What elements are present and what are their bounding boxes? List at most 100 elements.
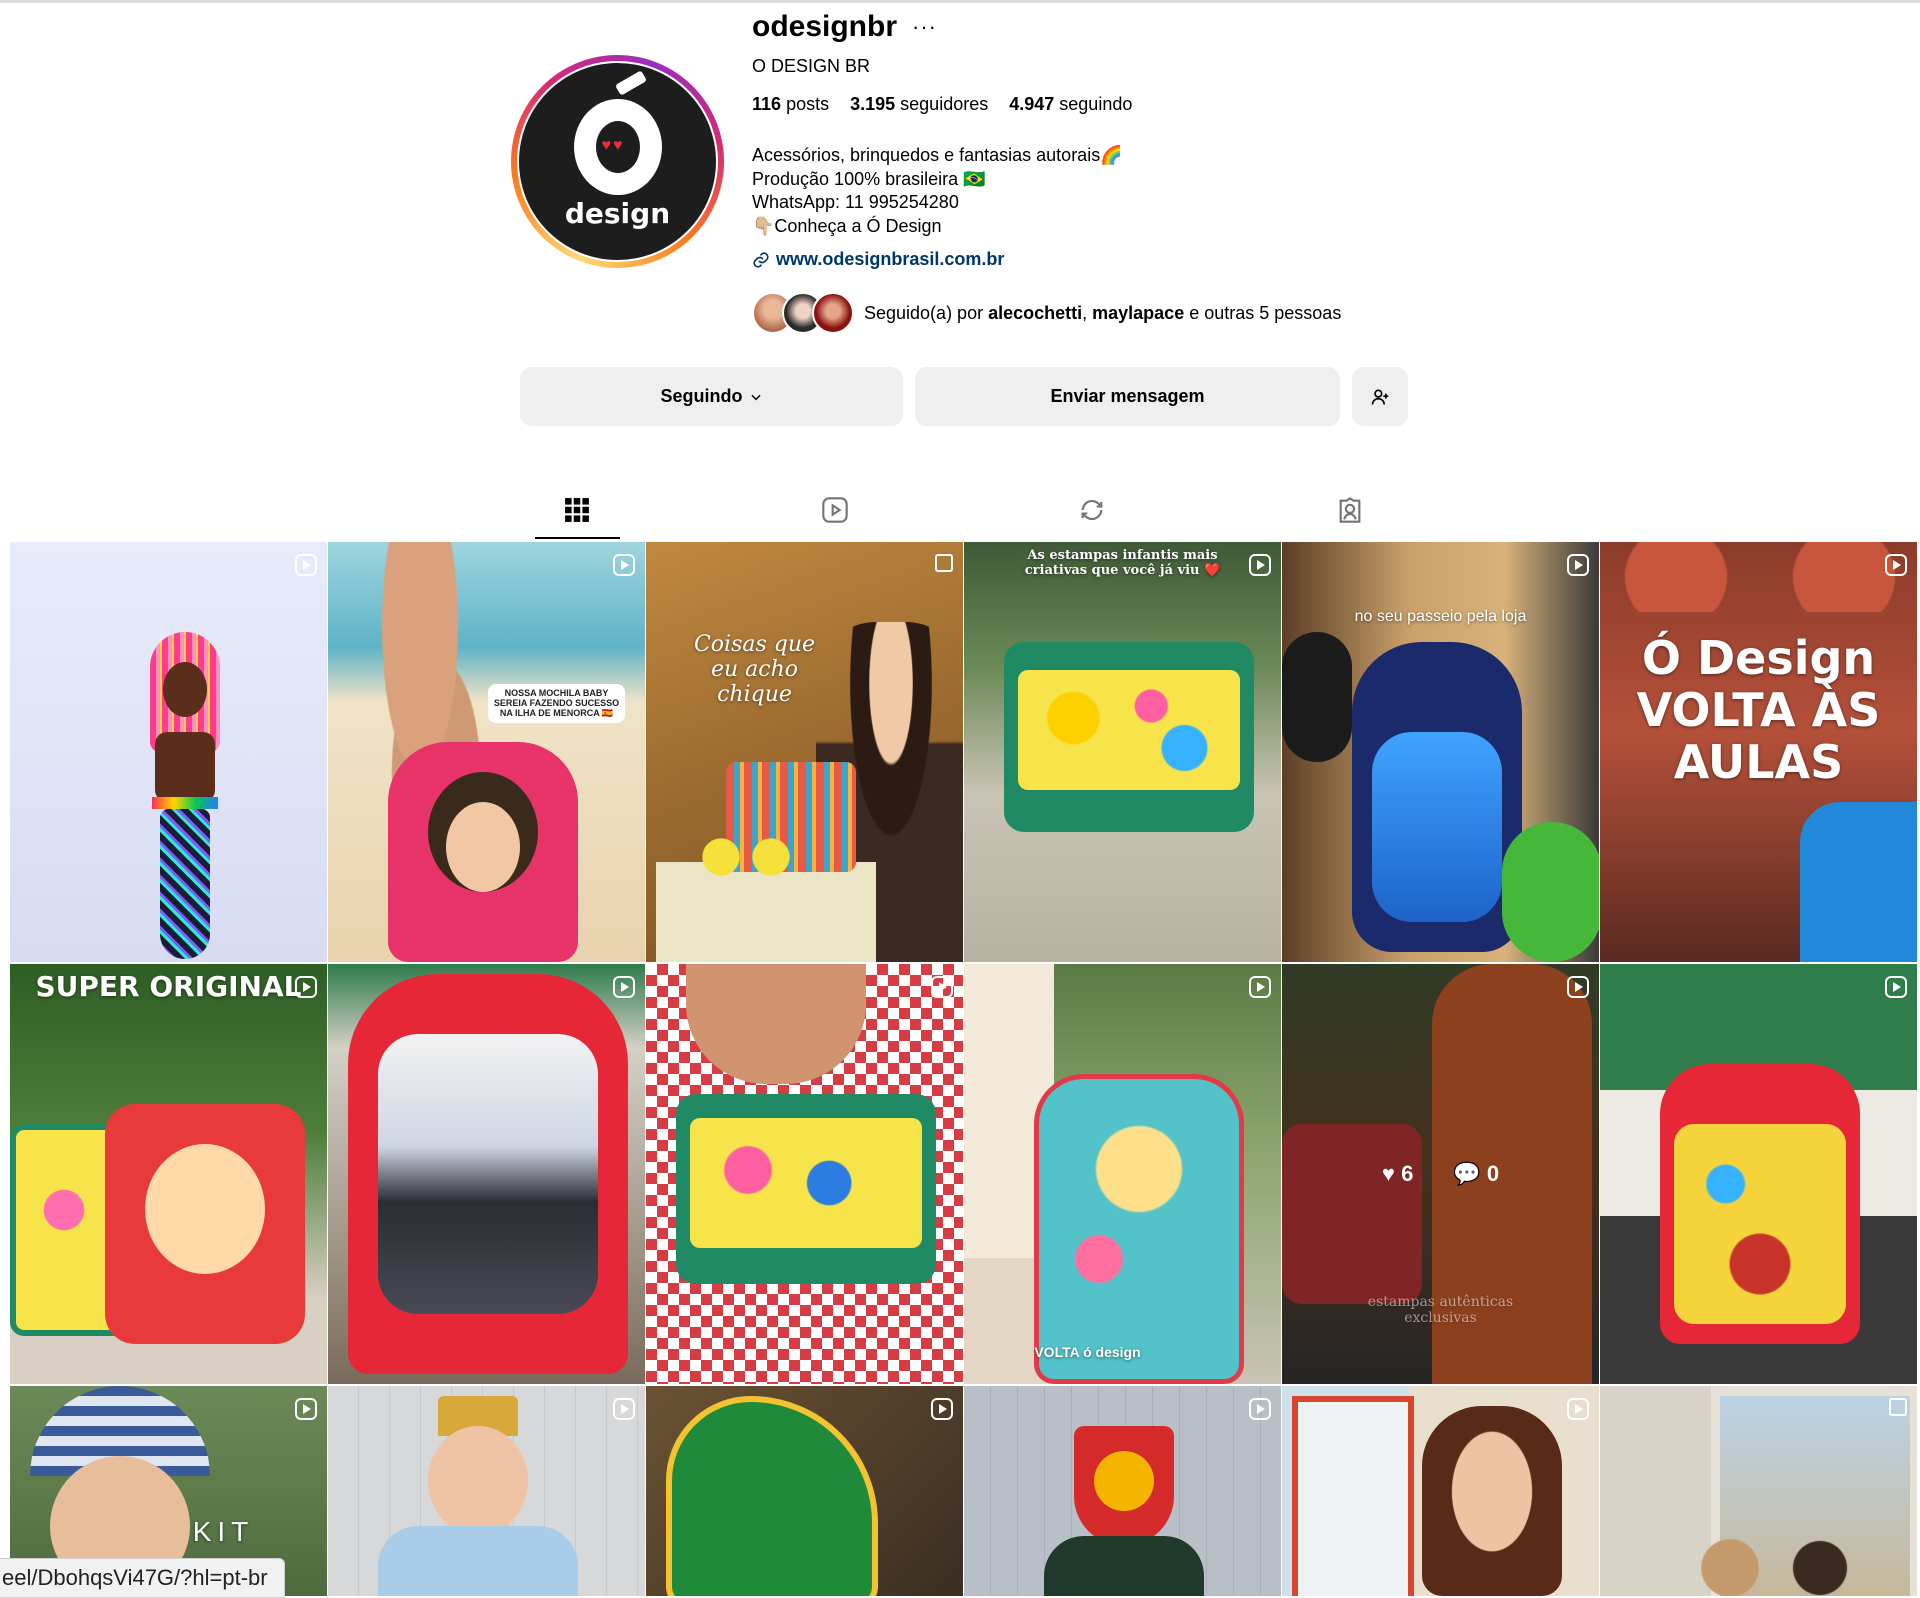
tab-tagged[interactable]: [1330, 490, 1370, 530]
post-caption: NOSSA MOCHILA BABY SEREIA FAZENDO SUCESS…: [488, 684, 625, 723]
heart-eyes-icon: ♥♥: [601, 137, 625, 154]
child-arm: [1800, 802, 1917, 962]
bio-line: Acessórios, brinquedos e fantasias autor…: [752, 145, 1123, 165]
reel-icon: [613, 1398, 635, 1420]
reel-icon: [1885, 554, 1907, 576]
posts-stat: 116 posts: [752, 94, 830, 114]
followers-stat[interactable]: 3.195 seguidores: [850, 94, 988, 115]
backpack: [388, 742, 578, 962]
reel-icon: [295, 976, 317, 998]
post-caption: KIT: [192, 1516, 255, 1547]
bio-line: Produção 100% brasileira 🇧🇷: [752, 168, 986, 189]
drawing-board: [1292, 1396, 1414, 1596]
post-caption: estampas autênticas exclusivas: [1367, 1294, 1514, 1326]
post-caption: SUPER ORIGINAL: [35, 970, 302, 1003]
reel-icon: [295, 554, 317, 576]
browser-status-url: eel/DbohqsVi47G/?hl=pt-br: [0, 1558, 285, 1598]
post-tile[interactable]: [646, 1386, 963, 1596]
house-backpack: [1660, 1064, 1860, 1344]
tab-reposts[interactable]: [1072, 490, 1112, 530]
doll-figure: [130, 632, 240, 962]
reel-icon: [1885, 976, 1907, 998]
brand-logo: ♥♥ design: [519, 63, 716, 260]
post-tile[interactable]: [964, 1386, 1281, 1596]
link-icon: [753, 251, 769, 268]
carousel-icon: [935, 554, 953, 572]
post-tile[interactable]: ♥ 6 💬 0 estampas autênticas exclusivas: [1282, 964, 1599, 1384]
bio-line: WhatsApp: 11 995254280: [752, 192, 959, 212]
post-tile[interactable]: NOSSA MOCHILA BABY SEREIA FAZENDO SUCESS…: [328, 542, 645, 962]
girl-face: [428, 1426, 528, 1536]
post-caption: VOLTA ó design: [1034, 1344, 1141, 1360]
following-stat[interactable]: 4.947 seguindo: [1009, 94, 1132, 115]
logo-accent-mark: [614, 70, 647, 96]
follower-name[interactable]: alecochetti: [988, 303, 1082, 323]
post-tile[interactable]: Ó Design VOLTA ÀS AULAS: [1600, 542, 1917, 962]
lunch-bag: [676, 1094, 936, 1284]
logo-o-letter: ♥♥: [573, 70, 662, 195]
reels-icon: [822, 497, 848, 523]
bio-line: 👇🏼Conheça a Ó Design: [752, 215, 942, 236]
more-options-icon[interactable]: ···: [912, 14, 937, 40]
reel-icon: [1249, 1398, 1271, 1420]
repost-icon: [1081, 499, 1103, 521]
post-caption: Ó Design VOLTA ÀS AULAS: [1636, 631, 1881, 789]
profile-stats: 116 posts 3.195 seguidores 4.947 seguind…: [752, 94, 1132, 115]
reel-icon: [613, 554, 635, 576]
reel-icon: [931, 976, 953, 998]
post-caption: no seu passeio pela loja: [1354, 608, 1527, 625]
suggested-users-button[interactable]: [1352, 367, 1408, 426]
shark-backpack: [1352, 642, 1522, 952]
following-button-label: Seguindo: [660, 386, 743, 406]
post-tile[interactable]: As estampas infantis mais criativas que …: [964, 542, 1281, 962]
dino-plush: [1502, 822, 1599, 962]
people-heads: [1680, 1526, 1880, 1596]
followed-by[interactable]: Seguido(a) por alecochetti, maylapace e …: [752, 292, 1341, 334]
post-tile[interactable]: [328, 1386, 645, 1596]
post-tile[interactable]: [1282, 1386, 1599, 1596]
website-link-text: www.odesignbrasil.com.br: [776, 249, 1005, 269]
post-tile[interactable]: SUPER ORIGINAL: [10, 964, 327, 1384]
post-tile[interactable]: VOLTA ó design: [964, 964, 1281, 1384]
followed-by-text: Seguido(a) por alecochetti, maylapace e …: [864, 302, 1342, 323]
woman-face: [1422, 1406, 1562, 1596]
tab-posts-grid[interactable]: [557, 490, 597, 530]
carousel-icon: [1889, 1398, 1907, 1416]
reel-icon: [1249, 976, 1271, 998]
child-body: [1044, 1536, 1204, 1596]
lion-shield: [1074, 1426, 1174, 1546]
website-link[interactable]: www.odesignbrasil.com.br: [752, 249, 1004, 270]
post-caption: Coisas que eu acho chique: [693, 632, 816, 707]
comments-count: 💬 0: [1453, 1161, 1500, 1186]
reel-icon: [1249, 554, 1271, 576]
profile-username: odesignbr: [752, 10, 898, 43]
post-tile[interactable]: [1600, 1386, 1917, 1596]
chevron-down-icon: [750, 394, 761, 400]
reel-icon: [295, 1398, 317, 1420]
yellow-cups: [696, 822, 796, 892]
reel-icon: [613, 976, 635, 998]
post-tile[interactable]: [1600, 964, 1917, 1384]
post-tile[interactable]: [328, 964, 645, 1384]
following-button[interactable]: Seguindo: [520, 367, 903, 426]
profile-full-name: O DESIGN BR: [752, 56, 871, 76]
reel-icon: [1567, 976, 1589, 998]
profile-avatar[interactable]: ♥♥ design: [511, 55, 724, 268]
grid-icon: [565, 498, 589, 522]
tagged-icon: [1339, 497, 1361, 523]
profile-bio: Acessórios, brinquedos e fantasias autor…: [752, 144, 1123, 238]
post-tile[interactable]: [646, 964, 963, 1384]
red-riding-bag: [105, 1104, 305, 1344]
lunch-bag: [1004, 642, 1254, 832]
tab-reels[interactable]: [815, 490, 855, 530]
reel-icon: [1567, 1398, 1589, 1420]
post-tile[interactable]: [10, 542, 327, 962]
post-tile[interactable]: no seu passeio pela loja: [1282, 542, 1599, 962]
send-message-button[interactable]: Enviar mensagem: [915, 367, 1340, 426]
top-border: [0, 0, 1920, 3]
open-backpack: [348, 974, 628, 1374]
add-user-icon: [1371, 389, 1389, 405]
post-tile[interactable]: Coisas que eu acho chique: [646, 542, 963, 962]
post-caption: As estampas infantis mais criativas que …: [1024, 548, 1221, 578]
follower-name[interactable]: maylapace: [1092, 303, 1184, 323]
